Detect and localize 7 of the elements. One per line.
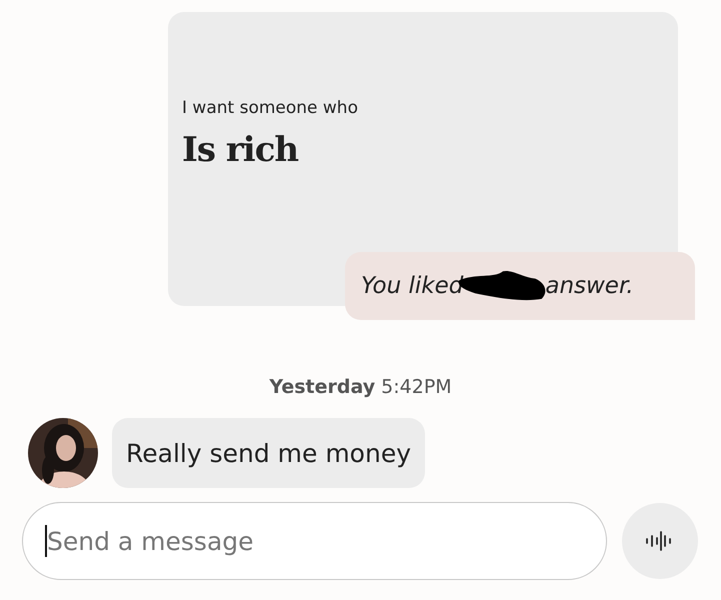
like-text: You liked	[361, 273, 464, 299]
message-bubble: Really send me money	[112, 418, 425, 488]
like-text: answer.	[545, 273, 634, 299]
message-timestamp: Yesterday 5:42PM	[268, 376, 453, 398]
prompt-text: I want someone who	[182, 98, 359, 118]
answer-text: Is rich	[182, 130, 300, 170]
message-field[interactable]: Send a message	[22, 502, 607, 580]
